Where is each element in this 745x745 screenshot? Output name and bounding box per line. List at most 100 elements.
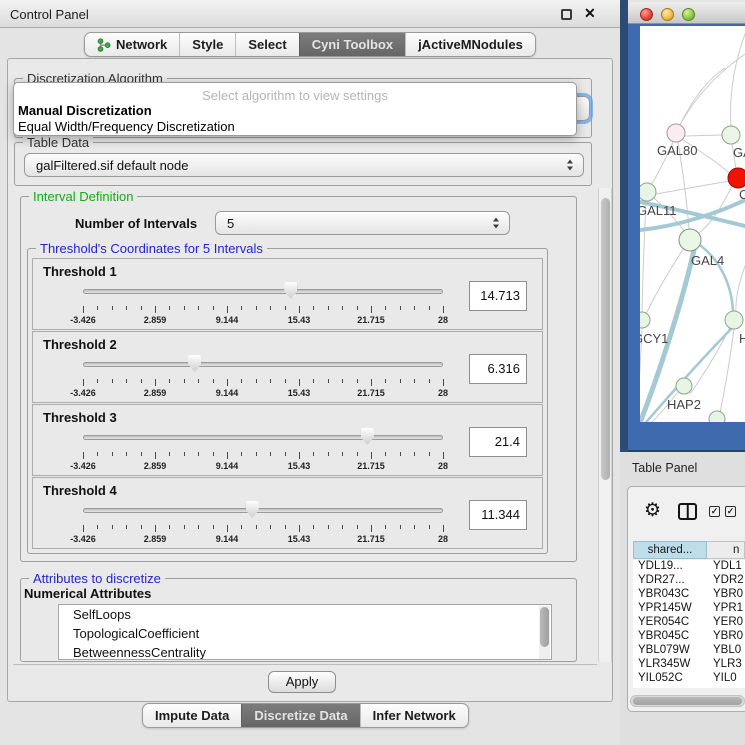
close-traffic-light-icon[interactable] (640, 8, 653, 21)
table-row[interactable]: YDR27...YDR2 (633, 574, 745, 588)
table-hscrollbar-thumb[interactable] (633, 697, 742, 705)
threshold-2-slider[interactable]: -3.4262.8599.14415.4321.71528 (77, 352, 449, 400)
checkbox-icon[interactable]: ✓ (709, 506, 720, 517)
table-row[interactable]: YER054CYER0 (633, 616, 745, 630)
threshold-4-slider[interactable]: -3.4262.8599.14415.4321.71528 (77, 498, 449, 546)
tab-style[interactable]: Style (179, 33, 235, 56)
network-node[interactable] (722, 126, 740, 144)
column-header-shared-name[interactable]: shared... (633, 541, 707, 559)
tab-discretize-data[interactable]: Discretize Data (241, 704, 359, 727)
cell-shared-name[interactable]: YDR27... (633, 574, 707, 588)
network-edge[interactable] (656, 181, 729, 194)
table-row[interactable]: YLR345WYLR3 (633, 658, 745, 672)
tab-infer-network[interactable]: Infer Network (360, 704, 468, 727)
network-window-titlebar[interactable] (628, 2, 745, 24)
attribute-list-item[interactable]: BetweennessCentrality (59, 643, 551, 660)
threshold-4-value-field[interactable]: 11.344 (469, 500, 527, 530)
cell-shared-name[interactable]: YDL19... (633, 560, 707, 574)
slider-tick (328, 306, 329, 310)
threshold-1-value-field[interactable]: 14.713 (469, 281, 527, 311)
column-header-name[interactable]: n (707, 541, 745, 559)
network-node[interactable] (679, 229, 701, 251)
dropdown-option-equal-width[interactable]: Equal Width/Frequency Discretization (18, 119, 574, 134)
slider-handle[interactable] (284, 282, 297, 299)
table-body[interactable]: YDL19...YDL1YDR27...YDR2YBR043CYBR0YPR14… (633, 560, 745, 688)
gear-icon[interactable]: ⚙ (644, 499, 661, 522)
tab-cyni-toolbox[interactable]: Cyni Toolbox (299, 33, 405, 56)
cell-shared-name[interactable]: YLR345W (633, 658, 707, 672)
cell-name[interactable]: YDR2 (707, 574, 745, 588)
tab-impute-data[interactable]: Impute Data (143, 704, 241, 727)
apply-button[interactable]: Apply (268, 671, 336, 693)
network-edge[interactable] (736, 266, 745, 312)
table-row[interactable]: YBL079WYBL0 (633, 644, 745, 658)
close-icon[interactable]: ✕ (584, 5, 596, 22)
zoom-traffic-light-icon[interactable] (682, 8, 695, 21)
checkbox-icon[interactable]: ✓ (725, 506, 736, 517)
minimize-traffic-light-icon[interactable] (661, 8, 674, 21)
cell-name[interactable]: YER0 (707, 616, 745, 630)
network-node[interactable] (725, 311, 743, 329)
table-row[interactable]: YPR145WYPR1 (633, 602, 745, 616)
network-node-label: C (739, 187, 745, 202)
table-row[interactable]: YBR043CYBR0 (633, 588, 745, 602)
attribute-list-item[interactable]: SelfLoops (59, 605, 551, 624)
network-edge[interactable] (680, 54, 745, 125)
cell-name[interactable]: YBR0 (707, 630, 745, 644)
list-scrollbar[interactable] (539, 606, 550, 659)
cell-name[interactable]: YDL1 (707, 560, 745, 574)
table-row[interactable]: YDL19...YDL1 (633, 560, 745, 574)
slider-tick-label: 2.859 (144, 315, 167, 325)
float-window-icon[interactable] (561, 9, 572, 20)
cell-shared-name[interactable]: YBL079W (633, 644, 707, 658)
network-node[interactable] (676, 378, 692, 394)
slider-handle[interactable] (188, 355, 201, 372)
threshold-1-slider[interactable]: -3.4262.8599.14415.4321.71528 (77, 279, 449, 327)
cell-shared-name[interactable]: YPR145W (633, 602, 707, 616)
network-edge[interactable] (680, 68, 725, 125)
panel-scrollbar-thumb[interactable] (601, 198, 610, 480)
network-canvas[interactable]: GAL80GACGAL11GAL4GCY1HHAP2 (640, 26, 745, 422)
cell-name[interactable]: YBL0 (707, 644, 745, 658)
cell-shared-name[interactable]: YBR043C (633, 588, 707, 602)
num-intervals-combobox[interactable]: 5 (215, 211, 510, 235)
slider-track[interactable] (83, 289, 443, 294)
table-data-combobox[interactable]: galFiltered.sif default node (24, 153, 584, 177)
attributes-listbox[interactable]: SelfLoopsTopologicalCoefficientBetweenne… (58, 604, 552, 660)
network-edge[interactable] (684, 135, 722, 136)
network-node[interactable] (640, 312, 650, 328)
slider-handle[interactable] (361, 428, 374, 445)
cell-name[interactable]: YIL0 (707, 672, 745, 686)
threshold-3-slider[interactable]: -3.4262.8599.14415.4321.71528 (77, 425, 449, 473)
slider-tick (357, 379, 358, 383)
cell-shared-name[interactable]: YER054C (633, 616, 707, 630)
list-scrollbar-thumb[interactable] (540, 607, 549, 647)
threshold-3-value-field[interactable]: 21.4 (469, 427, 527, 457)
network-node[interactable] (709, 411, 725, 422)
slider-track[interactable] (83, 435, 443, 440)
slider-track[interactable] (83, 508, 443, 513)
table-row[interactable]: YBR045CYBR0 (633, 630, 745, 644)
table-row[interactable]: YIL052CYIL0 (633, 672, 745, 686)
attribute-list-item[interactable]: TopologicalCoefficient (59, 624, 551, 643)
cell-name[interactable]: YPR1 (707, 602, 745, 616)
network-node[interactable] (728, 168, 745, 188)
network-edge[interactable] (731, 34, 745, 126)
panel-vertical-scrollbar[interactable] (598, 188, 612, 662)
cell-name[interactable]: YLR3 (707, 658, 745, 672)
threshold-2-value-field[interactable]: 6.316 (469, 354, 527, 384)
slider-handle[interactable] (246, 501, 259, 518)
tab-select[interactable]: Select (235, 33, 298, 56)
cell-name[interactable]: YBR0 (707, 588, 745, 602)
network-node[interactable] (640, 183, 656, 201)
table-horizontal-scrollbar[interactable] (630, 695, 745, 707)
tab-jactivemnodules[interactable]: jActiveMNodules (405, 33, 535, 56)
cell-shared-name[interactable]: YBR045C (633, 630, 707, 644)
dropdown-option-manual[interactable]: Manual Discretization (18, 103, 574, 118)
cell-shared-name[interactable]: YIL052C (633, 672, 707, 686)
network-node[interactable] (667, 124, 685, 142)
slider-track[interactable] (83, 362, 443, 367)
columns-icon[interactable] (678, 503, 697, 520)
tab-network[interactable]: Network (85, 33, 179, 56)
bottom-tab-bar: Impute Data Discretize Data Infer Networ… (142, 703, 469, 728)
